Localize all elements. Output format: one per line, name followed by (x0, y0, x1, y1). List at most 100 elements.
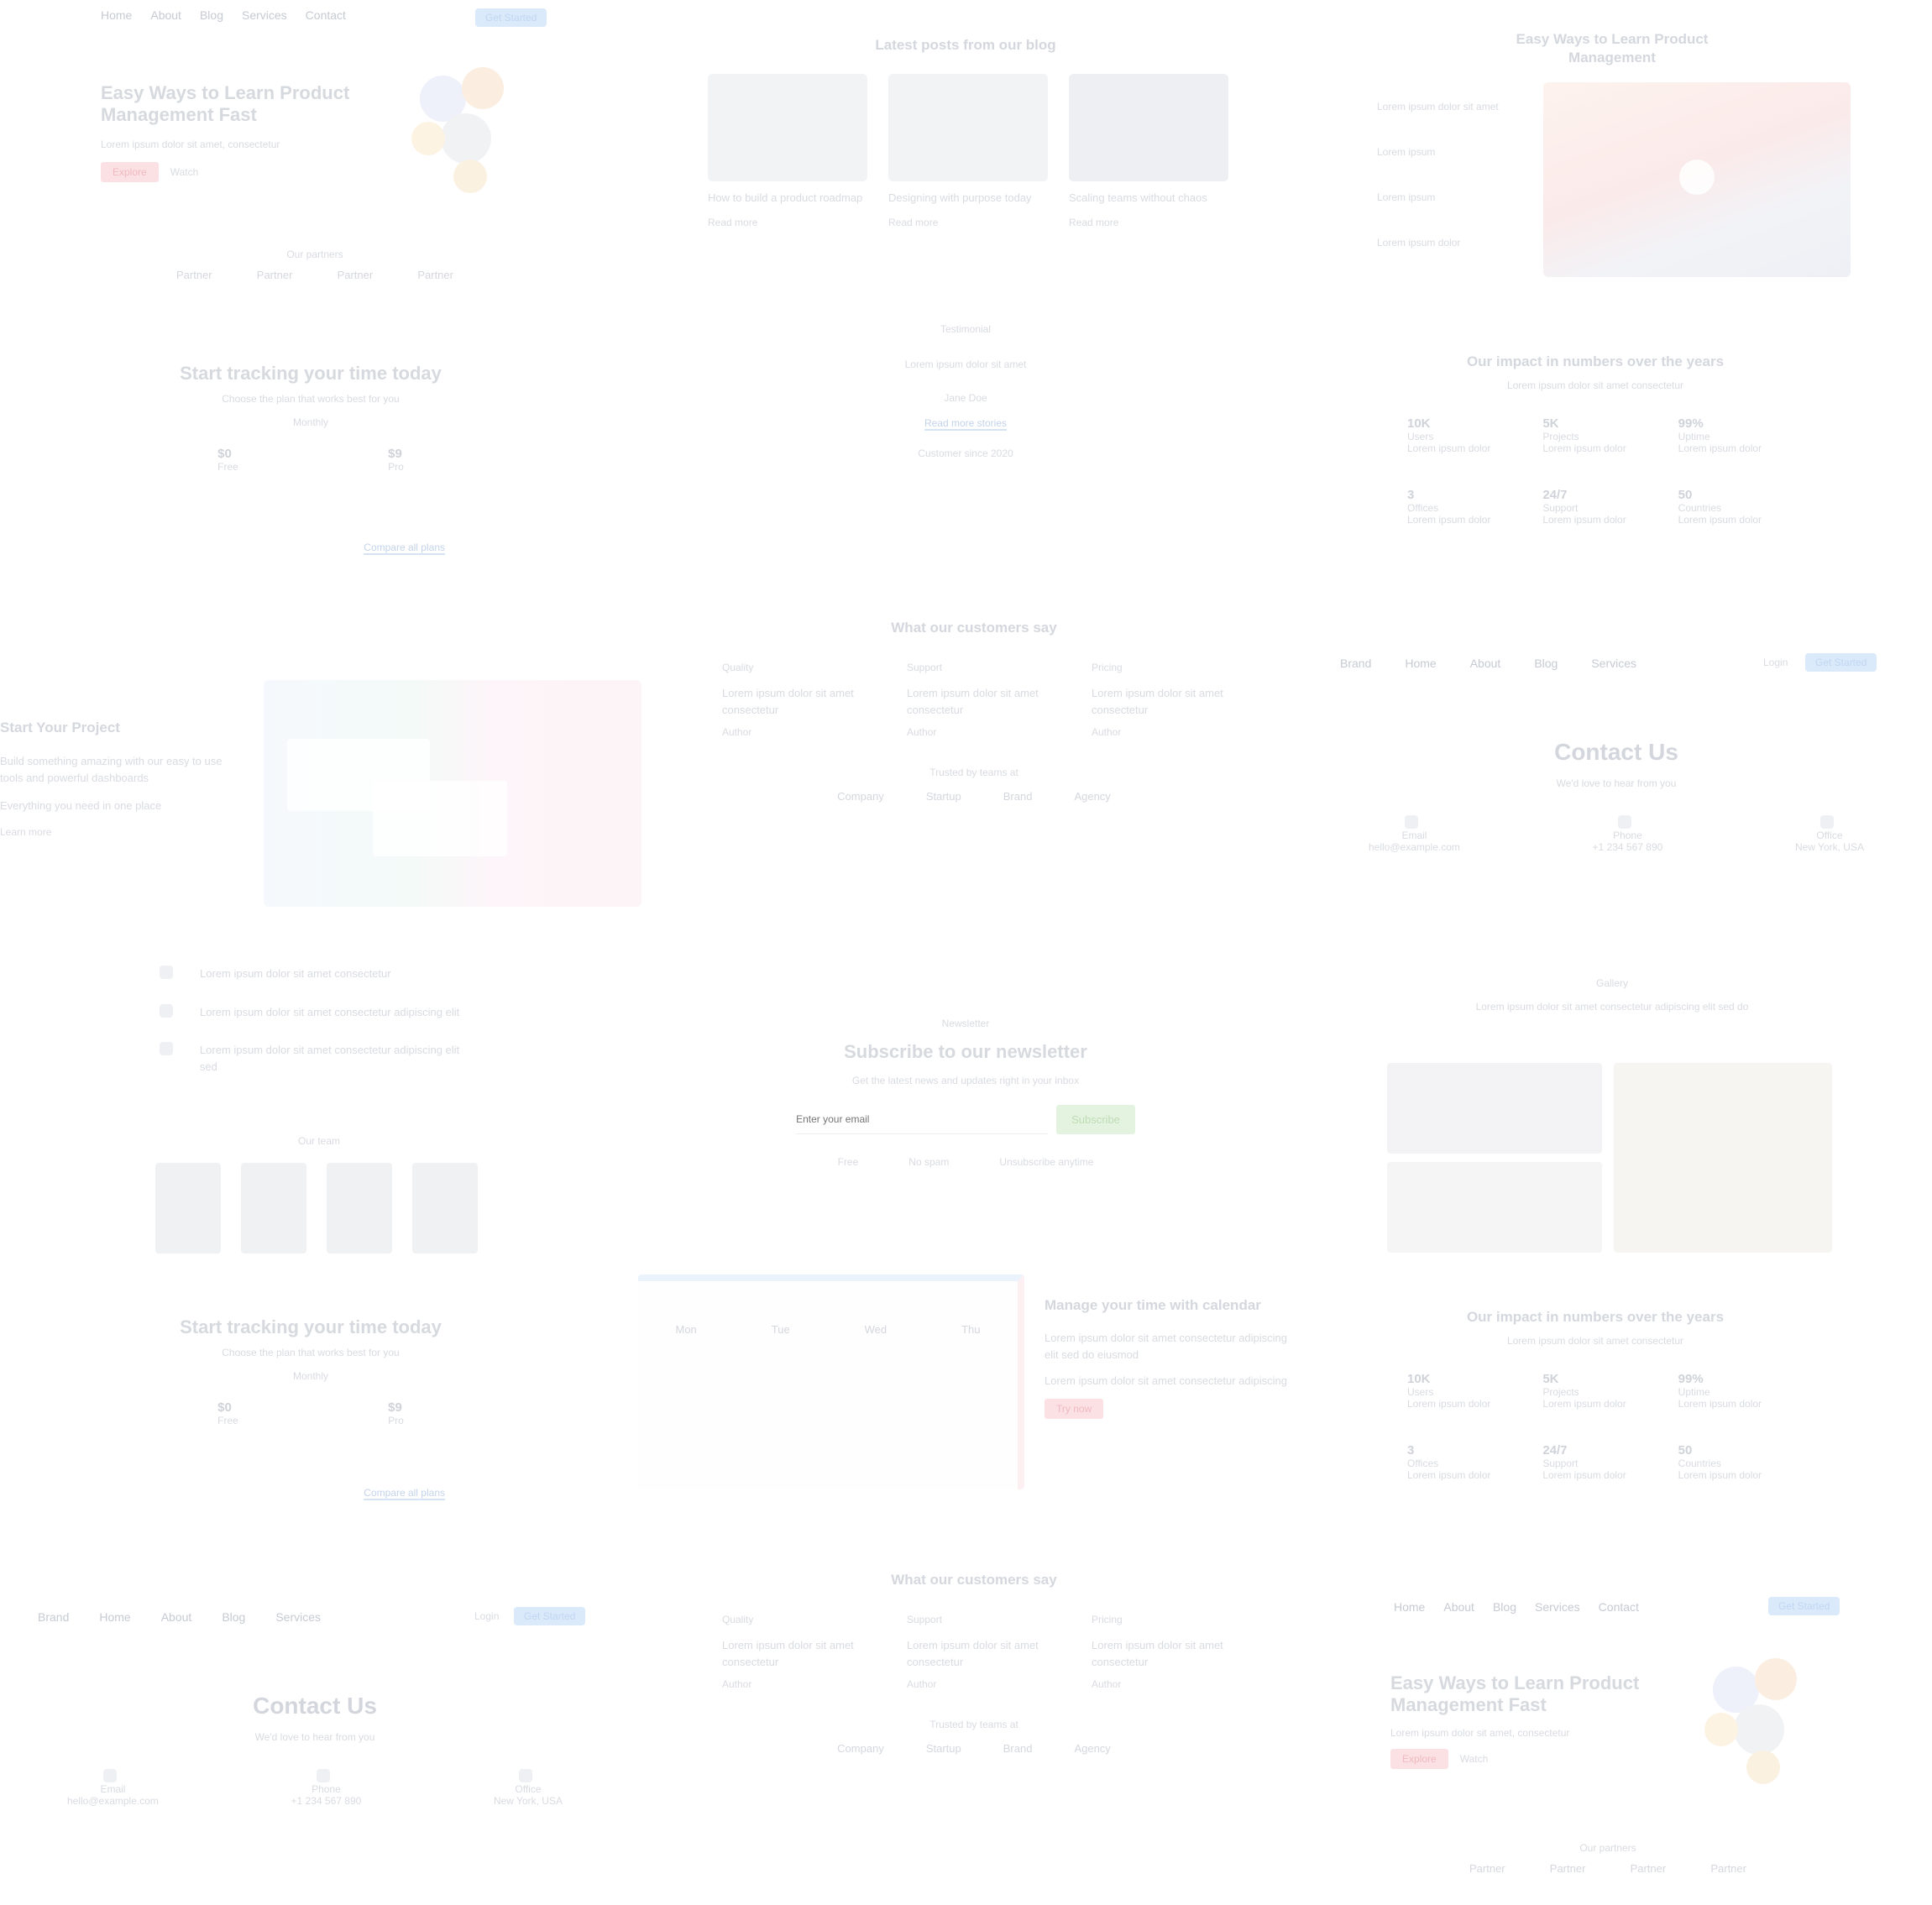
testimonial-link[interactable]: Read more stories (924, 417, 1008, 431)
nav-cta-button[interactable]: Get Started (1768, 1597, 1840, 1615)
nav-item[interactable]: About (1470, 657, 1501, 670)
pricing-toggle[interactable]: Monthly (143, 1370, 479, 1382)
plan-price: $0 (217, 1400, 232, 1415)
plan-name: Free (217, 1415, 238, 1426)
faq-a: What our customers say Quality Lorem ipsu… (722, 620, 1226, 803)
compare-plans-link[interactable]: Compare all plans (364, 1487, 445, 1500)
plan-card: $0 Free (217, 1400, 238, 1426)
plan-name: Pro (388, 461, 404, 473)
client-logo: Agency (1074, 1742, 1111, 1755)
project-title: Start Your Project (0, 720, 120, 735)
gallery-image[interactable] (1387, 1162, 1602, 1253)
pricing-toggle[interactable]: Monthly (143, 416, 479, 428)
plan-price: $9 (388, 1400, 402, 1415)
pricing-b: Start tracking your time today Choose th… (143, 1316, 479, 1500)
avatar[interactable] (412, 1163, 478, 1253)
article-card[interactable]: Scaling teams without chaos Read more (1069, 74, 1228, 228)
client-logo: Agency (1074, 790, 1111, 803)
mail-icon (103, 1768, 118, 1782)
logo[interactable]: Brand (1340, 657, 1371, 670)
client-logo: Startup (925, 1742, 961, 1755)
contact-item: Email hello@example.com (67, 1768, 159, 1807)
stat-item: 50 Countries Lorem ipsum dolor (1678, 488, 1762, 526)
nav-item[interactable]: Home (101, 8, 132, 22)
nav-item[interactable]: Home (1405, 657, 1436, 670)
article-card[interactable]: Designing with purpose today Read more (888, 74, 1048, 228)
nav-cta-button[interactable]: Get Started (514, 1607, 586, 1625)
article-title: How to build a product roadmap (708, 191, 863, 204)
checklist-item: Lorem ipsum dolor sit amet consectetur a… (199, 1044, 460, 1073)
nav-item[interactable]: Blog (200, 8, 223, 22)
video-title: Easy Ways to Learn Product Management (1516, 31, 1709, 66)
avatar[interactable] (155, 1163, 221, 1253)
faq-col: Pricing Lorem ipsum dolor sit amet consec… (1092, 662, 1223, 738)
nav-item[interactable]: Blog (222, 1610, 245, 1624)
video-player[interactable] (1543, 82, 1851, 277)
gallery-subtitle: Lorem ipsum dolor sit amet consectetur a… (1475, 1001, 1749, 1013)
play-icon[interactable] (1679, 160, 1715, 195)
hero-illustration (1688, 1654, 1822, 1788)
newsletter-eyebrow: Newsletter (941, 1018, 990, 1029)
hero-primary-button[interactable]: Explore (1390, 1748, 1448, 1769)
nav-item[interactable]: About (1443, 1600, 1474, 1614)
stat-item: 24/7 Support Lorem ipsum dolor (1542, 488, 1626, 526)
nav-item[interactable]: Home (99, 1610, 130, 1624)
nav-cta-button[interactable]: Get Started (475, 8, 547, 27)
faq-col: Support Lorem ipsum dolor sit amet consec… (907, 1614, 1039, 1690)
subscribe-button[interactable]: Subscribe (1056, 1105, 1135, 1134)
compare-plans-link[interactable]: Compare all plans (364, 542, 445, 555)
stats-subtitle: Lorem ipsum dolor sit amet consectetur (1506, 1335, 1684, 1348)
contact-subtitle: We'd love to hear from you (1556, 777, 1677, 789)
hero-secondary-button[interactable]: Watch (1460, 1753, 1489, 1765)
login-link[interactable]: Login (1763, 657, 1788, 668)
project-link[interactable]: Learn more (0, 826, 235, 838)
logos-label: Trusted by teams at (929, 1719, 1018, 1730)
client-logo: Company (837, 790, 884, 803)
hero-secondary-button[interactable]: Watch (170, 166, 199, 178)
partner-logo: Partner (1469, 1862, 1505, 1875)
calendar-desc-2: Lorem ipsum dolor sit amet consectetur a… (1045, 1374, 1288, 1388)
testimonial-quote: Lorem ipsum dolor sit amet (904, 358, 1027, 370)
video-list-item[interactable]: Lorem ipsum dolor sit amet (1377, 101, 1528, 113)
hero-primary-button[interactable]: Explore (101, 161, 159, 182)
video-list-item[interactable]: Lorem ipsum dolor (1377, 237, 1528, 249)
article-cards: How to build a product roadmap Read more… (708, 74, 1228, 228)
checklist-item: Lorem ipsum dolor sit amet consectetur (200, 967, 391, 980)
contact-b: Contact Us We'd love to hear from you Em… (1369, 739, 1864, 853)
avatar[interactable] (241, 1163, 306, 1253)
faq-col: Quality Lorem ipsum dolor sit amet consec… (722, 1614, 854, 1690)
nav-item[interactable]: Blog (1534, 657, 1558, 670)
nav-item[interactable]: Blog (1493, 1600, 1516, 1614)
article-card[interactable]: How to build a product roadmap Read more (708, 74, 867, 228)
partner-logo: Partner (417, 269, 453, 281)
nav-item[interactable]: Contact (1599, 1600, 1639, 1614)
contact-a: Contact Us We'd love to hear from you Em… (67, 1693, 563, 1807)
login-link[interactable]: Login (474, 1610, 499, 1622)
calendar-cta-button[interactable]: Try now (1045, 1398, 1104, 1419)
newsletter-subtitle: Get the latest news and updates right in… (851, 1075, 1080, 1086)
video-list-item[interactable]: Lorem ipsum (1377, 191, 1528, 203)
nav-item[interactable]: Home (1394, 1600, 1425, 1614)
pricing-title: Start tracking your time today (180, 363, 442, 384)
nav-item[interactable]: Contact (306, 8, 346, 22)
nav-item[interactable]: About (161, 1610, 192, 1624)
client-logo: Brand (1003, 790, 1033, 803)
nav-item[interactable]: Services (275, 1610, 321, 1624)
stat-item: 3 Offices Lorem ipsum dolor (1407, 1443, 1491, 1482)
gallery-image[interactable] (1614, 1063, 1832, 1253)
avatar[interactable] (327, 1163, 392, 1253)
newsletter-email-input[interactable] (796, 1105, 1049, 1134)
article-image (1069, 74, 1228, 181)
partner-logo: Partner (1549, 1862, 1586, 1875)
project-sub: Everything you need in one place (0, 799, 162, 813)
gallery-image[interactable] (1387, 1063, 1602, 1154)
nav-cta-button[interactable]: Get Started (1805, 653, 1877, 672)
video-list-item[interactable]: Lorem ipsum (1377, 146, 1528, 158)
logo[interactable]: Brand (38, 1610, 69, 1624)
partner-logo: Partner (1630, 1862, 1667, 1875)
nav-item[interactable]: About (150, 8, 181, 22)
nav-item[interactable]: Services (1535, 1600, 1580, 1614)
contact-item: Office New York, USA (1795, 814, 1864, 853)
nav-item[interactable]: Services (1591, 657, 1636, 670)
nav-item[interactable]: Services (242, 8, 287, 22)
